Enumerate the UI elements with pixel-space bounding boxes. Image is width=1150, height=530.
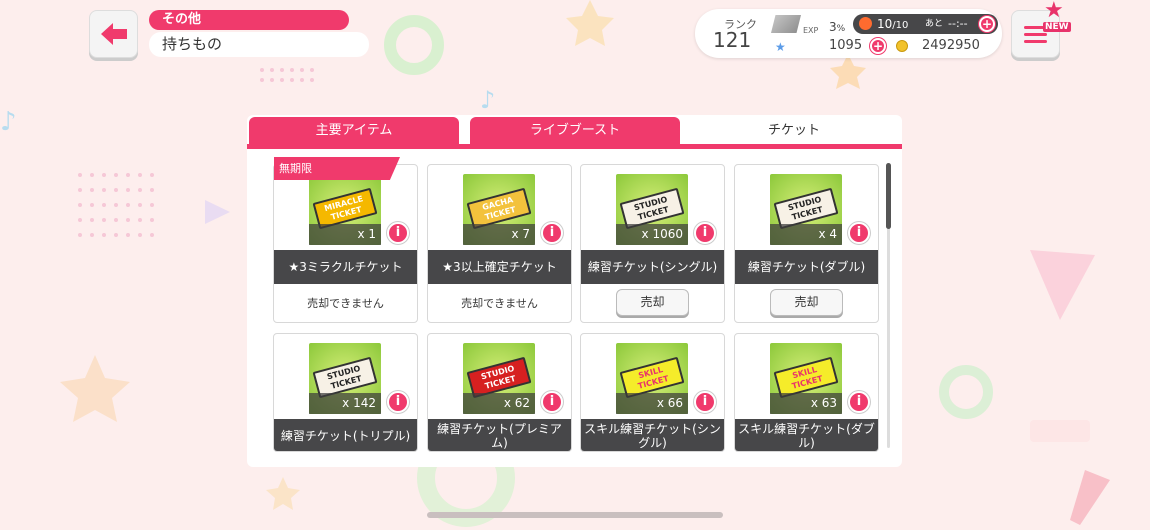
item-card[interactable]: STUDIO TICKET x 1060 i 練習チケット(シングル) 売却 [580,164,725,323]
tab-live-boost[interactable]: ライブブースト [470,117,680,144]
info-icon[interactable]: i [694,391,716,413]
arrow-left-icon [100,23,127,45]
item-count: x 142 [309,393,381,414]
item-count: x 66 [616,393,688,414]
item-count: x 1060 [616,224,688,245]
info-icon[interactable]: i [848,222,870,244]
item-card[interactable]: STUDIO TICKET x 62 i 練習チケット(プレミアム) [427,333,572,452]
tab-tickets[interactable]: チケット [688,117,900,144]
rank-value: 121 [713,28,752,52]
item-name: ★3ミラクルチケット [274,250,417,284]
new-badge-label: NEW [1043,22,1071,32]
exp-gauge [771,15,801,33]
item-count: x 62 [463,393,535,414]
item-count: x 7 [463,224,535,245]
svg-text:♪: ♪ [0,107,17,137]
sell-button[interactable]: 売却 [616,289,689,316]
item-name: スキル練習チケット(ダブル) [735,419,878,451]
star-icon: ★ [1044,0,1064,23]
stamina-value: 10/10 [877,17,909,31]
tab-main-items[interactable]: 主要アイテム [249,117,459,144]
page-title: 持ちもの [149,32,369,57]
stamina-after-label: あと [925,19,944,29]
item-name: 練習チケット(ダブル) [735,250,878,284]
add-stamina-button[interactable]: + [979,16,995,32]
item-name: スキル練習チケット(シングル) [581,419,724,451]
info-icon[interactable]: i [694,222,716,244]
coin-icon [896,40,908,52]
stamina-timer: --:-- [948,17,968,30]
tab-divider [247,144,902,149]
sell-note: 売却できません [461,297,538,310]
sell-button[interactable]: 売却 [770,289,843,316]
info-icon[interactable]: i [387,391,409,413]
item-count: x 4 [770,224,842,245]
new-badge: ★ NEW [1040,0,1071,36]
exp-percent: 3% [829,20,846,34]
home-indicator[interactable] [427,512,723,518]
item-name: 練習チケット(プレミアム) [428,419,571,451]
sell-note: 売却できません [307,297,384,310]
scrollbar-thumb[interactable] [886,163,891,229]
coin-count: 2492950 [922,38,980,53]
item-name: ★3以上確定チケット [428,250,571,284]
item-name: 練習チケット(シングル) [581,250,724,284]
exp-label: EXP [803,26,819,35]
fire-icon [859,17,872,30]
item-name: 練習チケット(トリプル) [274,419,417,451]
back-button[interactable] [89,10,138,58]
info-icon[interactable]: i [541,222,563,244]
item-count: x 63 [770,393,842,414]
no-expiry-ribbon: 無期限 [274,157,400,180]
item-count: x 1 [309,224,381,245]
item-card[interactable]: MIRACLE TICKET x 1 i ★3ミラクルチケット 売却できません [273,164,418,323]
item-card[interactable]: SKILL TICKET x 63 i スキル練習チケット(ダブル) [734,333,879,452]
star-icon: ★ [775,40,786,54]
item-card[interactable]: SKILL TICKET x 66 i スキル練習チケット(シングル) [580,333,725,452]
breadcrumb: その他 [149,10,349,30]
star-count: 1095 [829,38,863,53]
add-stars-button[interactable]: + [870,38,886,54]
stamina-bar: 10/10 あと --:-- [853,14,998,34]
item-card[interactable]: STUDIO TICKET x 4 i 練習チケット(ダブル) 売却 [734,164,879,323]
item-card[interactable]: GACHA TICKET x 7 i ★3以上確定チケット 売却できません [427,164,572,323]
item-card[interactable]: STUDIO TICKET x 142 i 練習チケット(トリプル) [273,333,418,452]
info-icon[interactable]: i [387,222,409,244]
svg-text:♪: ♪ [480,86,495,114]
info-icon[interactable]: i [541,391,563,413]
info-icon[interactable]: i [848,391,870,413]
